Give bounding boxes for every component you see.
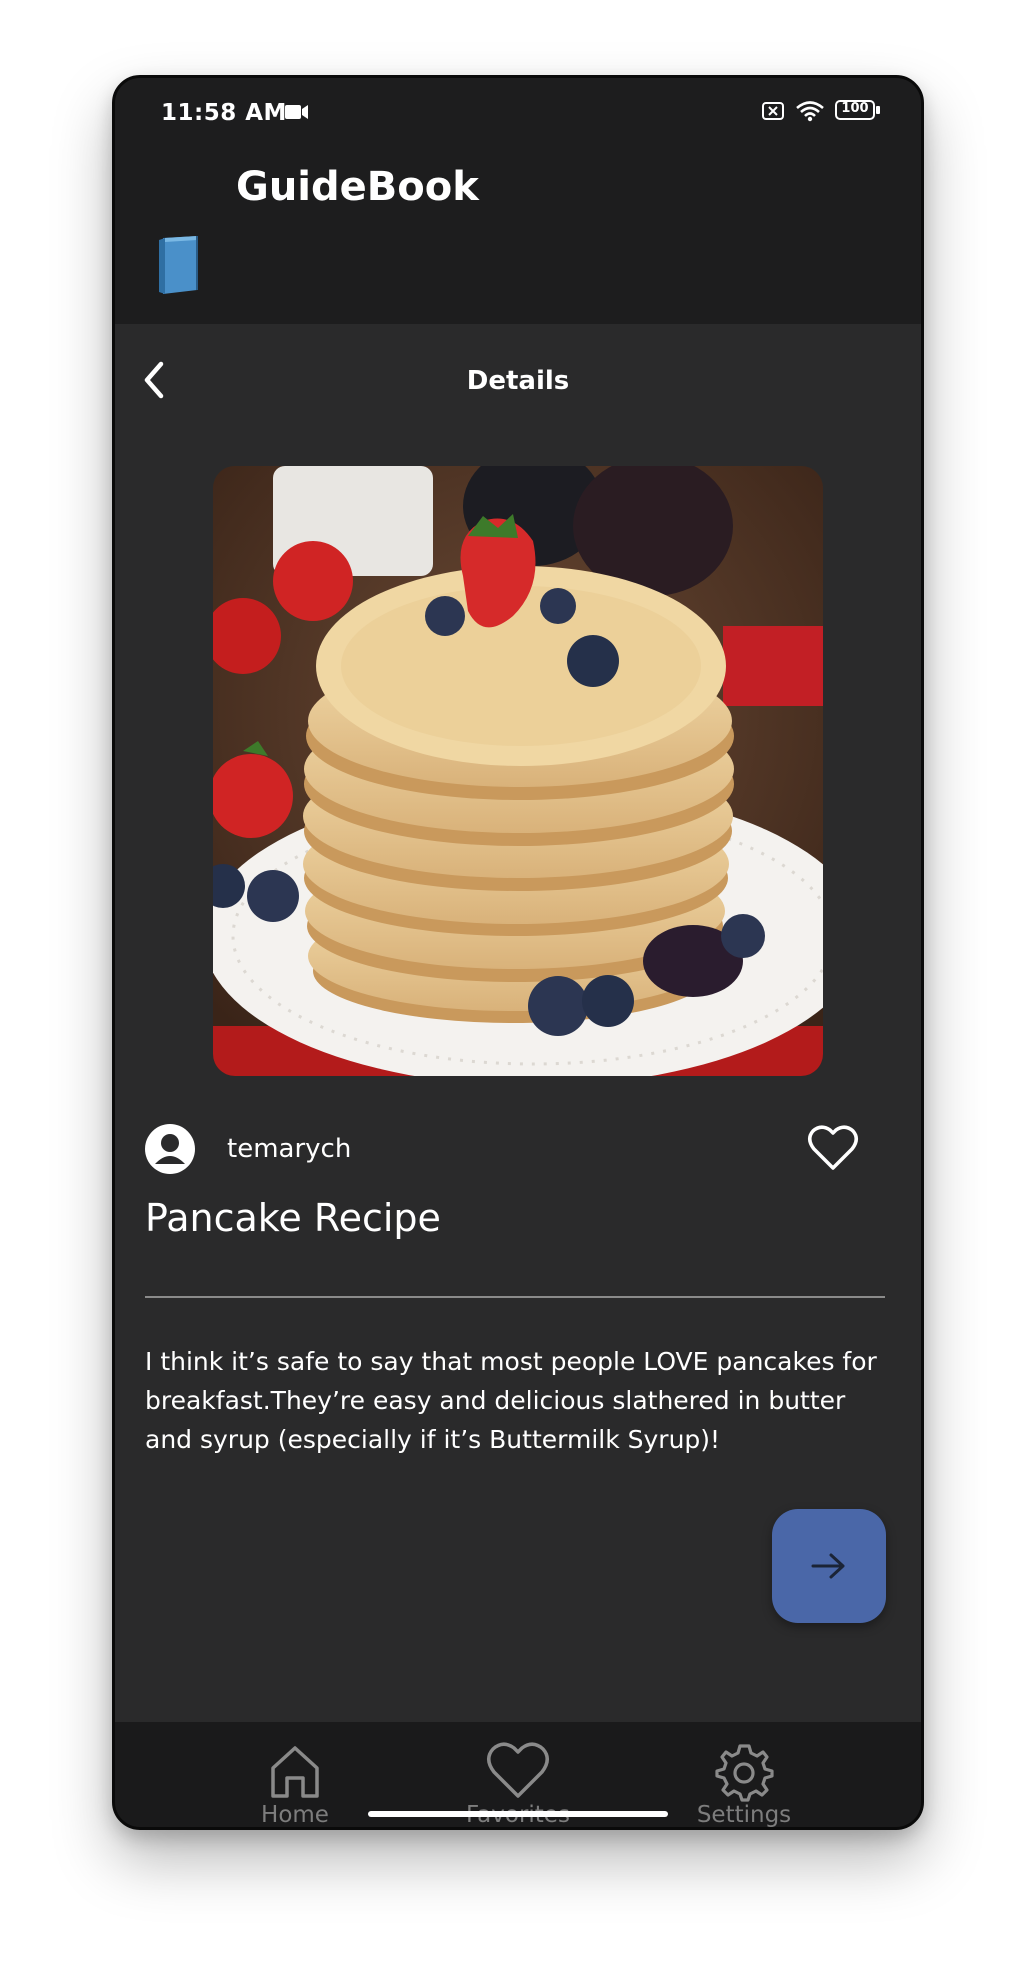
gear-icon [715,1744,774,1802]
avatar[interactable] [145,1124,195,1174]
video-camera-icon [285,105,308,119]
nav-home[interactable]: Home [220,1740,370,1828]
sim-off-icon [762,102,784,120]
page: 11:58 AM 100 GuideBook Details temarych … [0,0,1032,1974]
recipe-image [213,466,823,1076]
arrow-right-icon [811,1553,845,1579]
battery-icon: 100 [835,100,881,122]
nav-settings-label: Settings [696,1802,792,1828]
status-icons: 100 [761,100,881,122]
next-button[interactable] [772,1509,886,1623]
nav-home-label: Home [261,1802,329,1828]
details-screen: Details temarych Pancake Recipe I think … [115,324,921,1722]
recipe-description: I think it’s safe to say that most peopl… [145,1347,877,1454]
nav-settings[interactable]: Settings [669,1740,819,1828]
status-bar: 11:58 AM 100 [115,78,921,156]
page-title: Details [466,366,570,396]
recipe-title: Pancake Recipe [145,1196,441,1240]
bottom-nav: Home Favorites Settings [115,1722,921,1827]
home-indicator[interactable] [368,1811,668,1817]
heart-icon [487,1742,549,1798]
favorite-button[interactable] [807,1124,859,1172]
battery-level: 100 [841,101,869,116]
book-icon [159,236,198,294]
phone-frame: 11:58 AM 100 GuideBook Details temarych … [112,75,924,1830]
author-name[interactable]: temarych [227,1134,351,1164]
divider [145,1296,885,1298]
home-icon [271,1746,319,1798]
user-icon [155,1134,185,1164]
app-title: GuideBook [236,164,479,210]
status-time: 11:58 AM [161,100,287,126]
wifi-icon [796,101,824,122]
author-row: temarych [145,1124,885,1180]
